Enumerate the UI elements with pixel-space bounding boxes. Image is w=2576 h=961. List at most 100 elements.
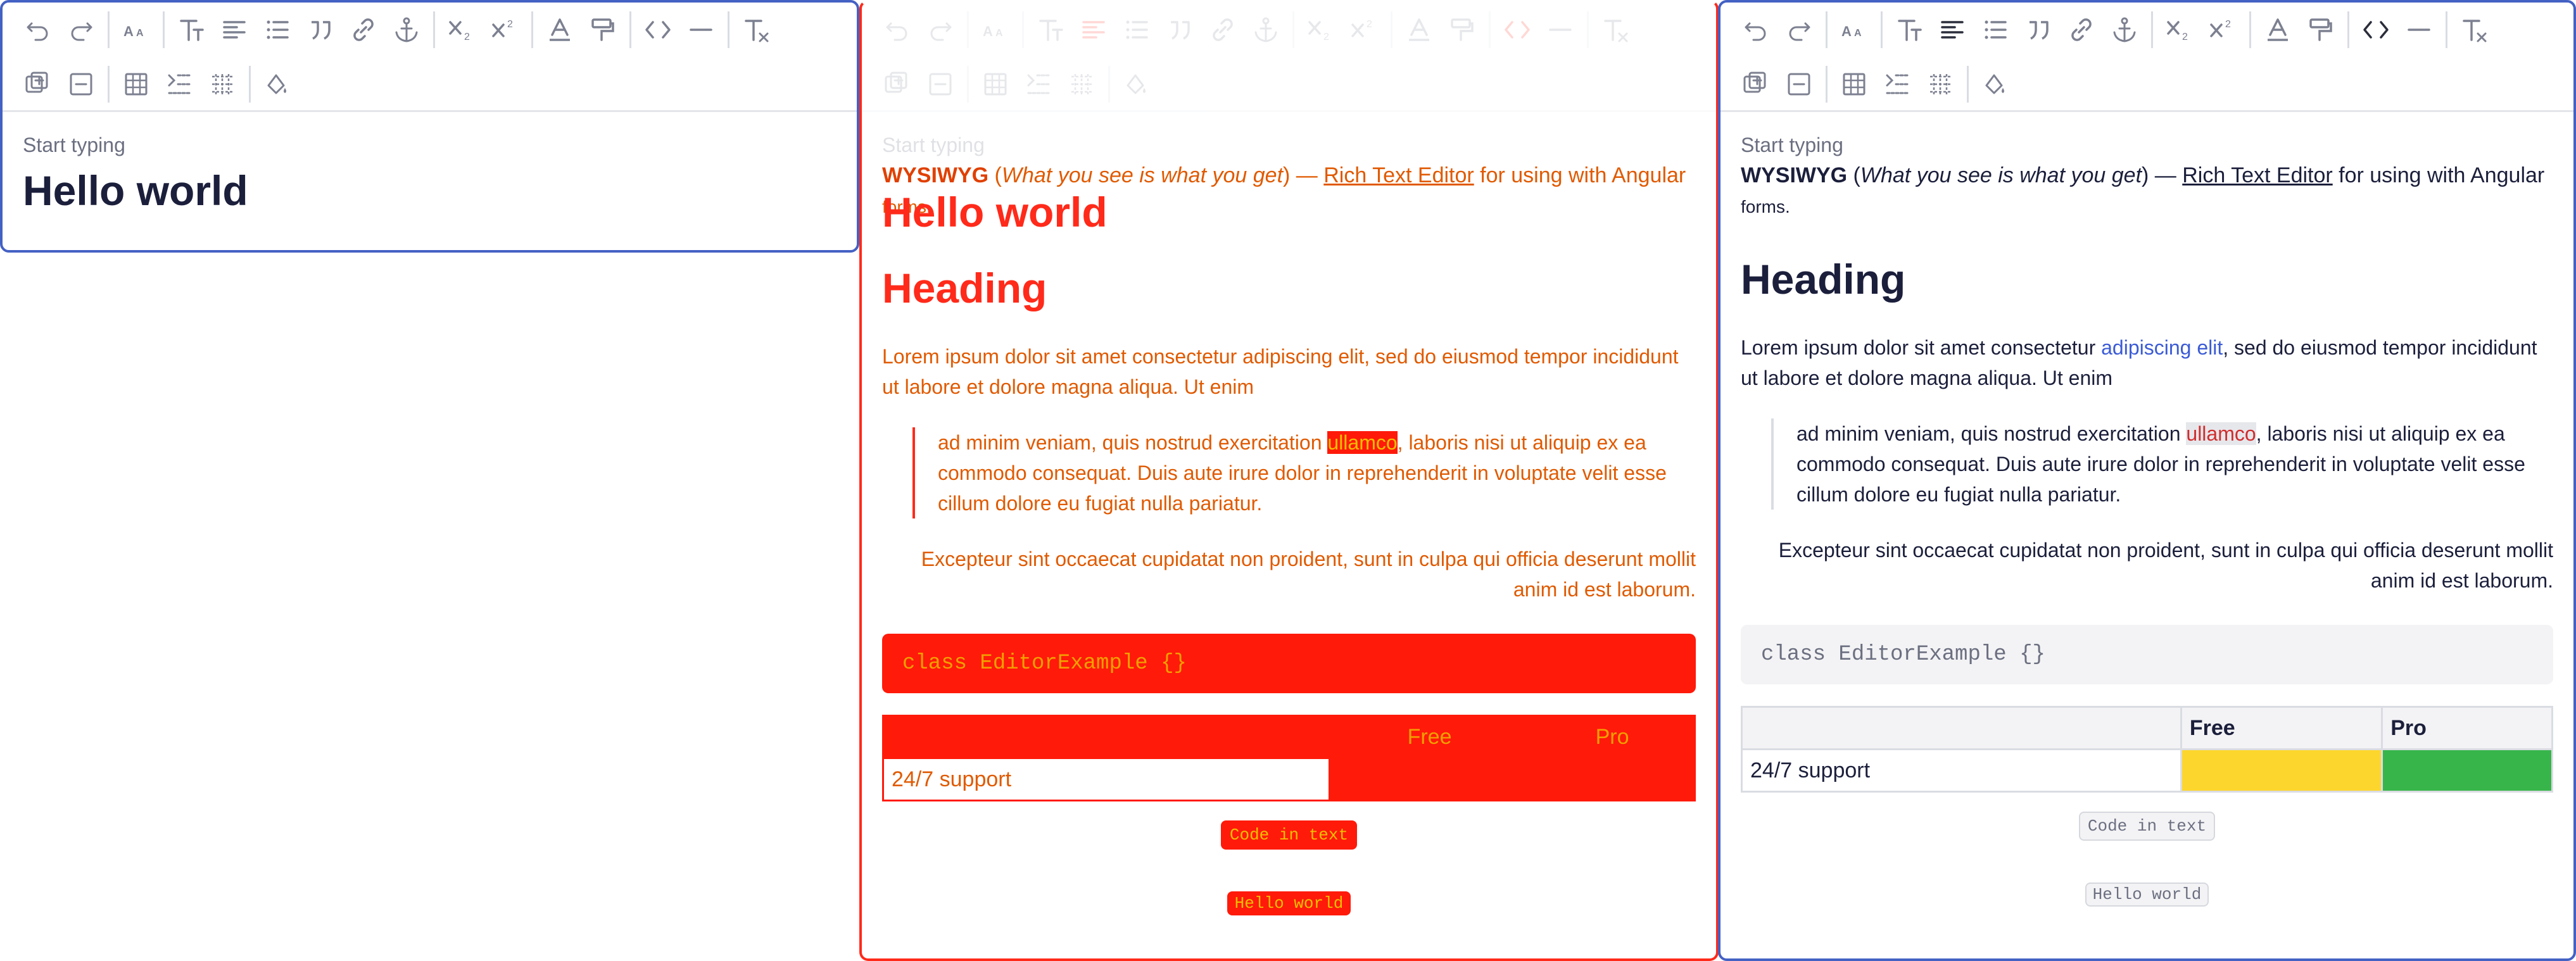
format-painter-button[interactable] bbox=[1441, 8, 1484, 51]
redo-button[interactable] bbox=[1777, 8, 1821, 51]
para-link[interactable]: adipiscing elit bbox=[1242, 345, 1364, 368]
fill-color-button[interactable] bbox=[256, 63, 299, 106]
remove-row-button[interactable] bbox=[1777, 63, 1821, 106]
code-button[interactable] bbox=[1496, 8, 1539, 51]
intro-paren-open: ( bbox=[988, 163, 1002, 187]
text-color-icon bbox=[550, 18, 570, 41]
table-grid-button[interactable] bbox=[1060, 63, 1103, 106]
indent-icon bbox=[1886, 74, 1909, 94]
undo-button[interactable] bbox=[1734, 8, 1777, 51]
align-left-button[interactable] bbox=[1931, 8, 1974, 51]
intro-link[interactable]: Rich Text Editor bbox=[1323, 163, 1474, 187]
svg-text:2: 2 bbox=[464, 32, 470, 42]
link-button[interactable] bbox=[2060, 8, 2103, 51]
remove-row-button[interactable] bbox=[919, 63, 962, 106]
blockquote: ad minim veniam, quis nostrud exercitati… bbox=[1771, 418, 2553, 510]
bullet-list-button[interactable] bbox=[256, 8, 299, 51]
clear-format-button[interactable] bbox=[2453, 8, 2496, 51]
text-style-button[interactable] bbox=[1029, 8, 1072, 51]
fill-color-button[interactable] bbox=[1115, 63, 1158, 106]
subscript-button[interactable]: 2 bbox=[1299, 8, 1342, 51]
toolbar-separator bbox=[163, 11, 165, 48]
insert-table-button[interactable] bbox=[1833, 63, 1876, 106]
blockquote-button[interactable] bbox=[2017, 8, 2060, 51]
editor-content[interactable]: Start typing WYSIWYG (What you see is wh… bbox=[862, 112, 1716, 915]
table-header-row: Free Pro bbox=[1741, 706, 2553, 750]
horizontal-rule-icon bbox=[2408, 28, 2430, 31]
link-button[interactable] bbox=[1201, 8, 1244, 51]
title-heading: Hello world bbox=[882, 189, 1108, 236]
intro-paren-close: ) — bbox=[1283, 163, 1324, 187]
editor-content[interactable]: Start typing WYSIWYG (What you see is wh… bbox=[1720, 112, 2573, 907]
insert-table-button[interactable] bbox=[115, 63, 158, 106]
code-button[interactable] bbox=[2354, 8, 2397, 51]
toolbar-row-2 bbox=[1734, 57, 2560, 111]
table-grid-icon bbox=[1071, 74, 1092, 94]
intro-italic: What you see is what you get bbox=[1860, 163, 2142, 187]
toolbar-separator bbox=[1826, 66, 1828, 103]
align-left-button[interactable] bbox=[213, 8, 256, 51]
insert-table-button[interactable] bbox=[974, 63, 1017, 106]
table-grid-icon bbox=[1930, 74, 1950, 94]
inline-code-wrap: Code in text bbox=[1741, 812, 2553, 841]
anchor-button[interactable] bbox=[385, 8, 428, 51]
bullet-list-button[interactable] bbox=[1115, 8, 1158, 51]
inline-code-wrap: Code in text bbox=[882, 820, 1696, 850]
code-button[interactable] bbox=[636, 8, 679, 51]
text-style-button[interactable] bbox=[170, 8, 213, 51]
para-link[interactable]: adipiscing elit bbox=[2101, 336, 2223, 359]
superscript-button[interactable]: 2 bbox=[483, 8, 526, 51]
anchor-button[interactable] bbox=[1244, 8, 1287, 51]
clear-format-icon bbox=[1604, 20, 1628, 42]
intro-link[interactable]: Rich Text Editor bbox=[2182, 163, 2332, 187]
clear-format-button[interactable] bbox=[735, 8, 778, 51]
subscript-button[interactable]: 2 bbox=[440, 8, 483, 51]
redo-icon bbox=[1789, 22, 1810, 41]
fill-color-button[interactable] bbox=[1974, 63, 2017, 106]
superscript-button[interactable]: 2 bbox=[1342, 8, 1386, 51]
add-row-button[interactable] bbox=[876, 63, 919, 106]
table-grid-button[interactable] bbox=[1919, 63, 1962, 106]
clear-format-button[interactable] bbox=[1594, 8, 1637, 51]
remove-row-button[interactable] bbox=[60, 63, 103, 106]
indent-button[interactable] bbox=[1017, 63, 1060, 106]
align-left-button[interactable] bbox=[1072, 8, 1115, 51]
text-color-button[interactable] bbox=[1398, 8, 1441, 51]
anchor-button[interactable] bbox=[2103, 8, 2146, 51]
table-header-cell: Pro bbox=[1529, 715, 1696, 759]
font-size-button[interactable]: AA bbox=[115, 8, 158, 51]
undo-button[interactable] bbox=[16, 8, 60, 51]
indent-icon bbox=[168, 74, 191, 94]
horizontal-rule-button[interactable] bbox=[679, 8, 723, 51]
format-painter-button[interactable] bbox=[2299, 8, 2342, 51]
bullet-list-button[interactable] bbox=[1974, 8, 2017, 51]
editor-content[interactable]: Start typing Hello world bbox=[3, 112, 857, 216]
undo-button[interactable] bbox=[876, 8, 919, 51]
table-header-cell bbox=[1741, 706, 2182, 750]
blockquote: ad minim veniam, quis nostrud exercitati… bbox=[912, 427, 1696, 518]
text-color-button[interactable] bbox=[2256, 8, 2299, 51]
add-row-button[interactable] bbox=[1734, 63, 1777, 106]
indent-button[interactable] bbox=[1876, 63, 1919, 106]
font-size-button[interactable]: AA bbox=[1833, 8, 1876, 51]
add-row-button[interactable] bbox=[16, 63, 60, 106]
link-button[interactable] bbox=[342, 8, 385, 51]
indent-button[interactable] bbox=[158, 63, 201, 106]
superscript-button[interactable]: 2 bbox=[2201, 8, 2244, 51]
redo-button[interactable] bbox=[60, 8, 103, 51]
blockquote-button[interactable] bbox=[299, 8, 342, 51]
font-size-icon: AA bbox=[123, 23, 144, 39]
svg-text:A: A bbox=[1841, 23, 1852, 39]
blockquote-button[interactable] bbox=[1158, 8, 1201, 51]
table-cell: 24/7 support bbox=[882, 757, 1330, 801]
text-style-button[interactable] bbox=[1888, 8, 1931, 51]
horizontal-rule-button[interactable] bbox=[2397, 8, 2440, 51]
font-size-button[interactable]: AA bbox=[974, 8, 1017, 51]
format-painter-button[interactable] bbox=[581, 8, 624, 51]
table-grid-button[interactable] bbox=[201, 63, 244, 106]
text-color-button[interactable] bbox=[538, 8, 581, 51]
toolbar-separator bbox=[1489, 11, 1491, 48]
subscript-button[interactable]: 2 bbox=[2158, 8, 2201, 51]
horizontal-rule-button[interactable] bbox=[1539, 8, 1582, 51]
redo-button[interactable] bbox=[919, 8, 962, 51]
